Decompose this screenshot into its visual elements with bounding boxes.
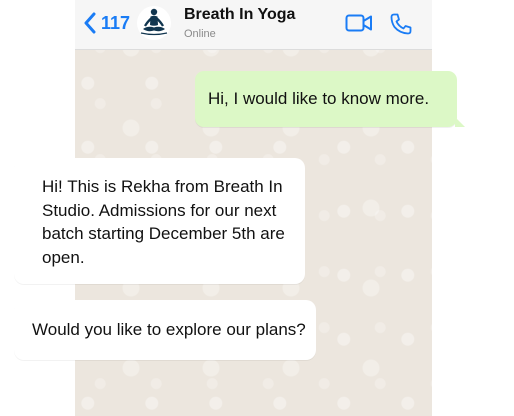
unread-count: 117 bbox=[101, 12, 131, 33]
chat-header: 117 Breath In Yoga Online bbox=[75, 0, 432, 50]
contact-status: Online bbox=[184, 28, 216, 40]
avatar[interactable] bbox=[137, 6, 171, 40]
message-bubble-incoming[interactable]: Hi! This is Rekha from Breath In Studio.… bbox=[14, 158, 305, 284]
contact-name[interactable]: Breath In Yoga bbox=[184, 6, 295, 24]
back-button[interactable]: 117 bbox=[83, 11, 130, 35]
message-bubble-outgoing[interactable]: Hi, I would like to know more. bbox=[195, 71, 465, 127]
video-camera-icon bbox=[345, 14, 372, 32]
yoga-meditation-avatar bbox=[140, 8, 168, 36]
video-call-button[interactable] bbox=[345, 13, 373, 38]
chevron-left-icon bbox=[84, 12, 96, 34]
phone-icon bbox=[390, 13, 412, 35]
message-bubble-incoming[interactable]: Would you like to explore our plans? bbox=[14, 300, 316, 360]
voice-call-button[interactable] bbox=[389, 12, 413, 41]
chat-screen: 117 Breath In Yoga Online Hi, I would li… bbox=[0, 0, 514, 416]
